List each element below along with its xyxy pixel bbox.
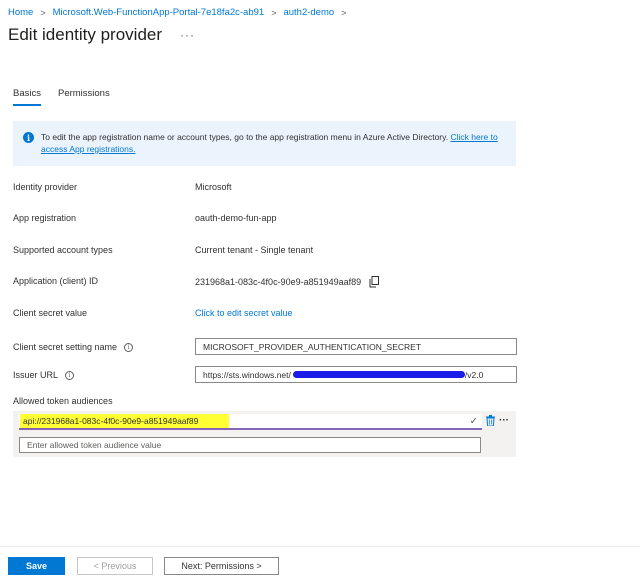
title-row: Edit identity provider ··· [8, 25, 195, 45]
secret-setting-label: Client secret setting name [13, 342, 118, 352]
help-icon[interactable]: i [65, 370, 75, 380]
secret-setting-input[interactable]: MICROSOFT_PROVIDER_AUTHENTICATION_SECRET [195, 338, 517, 355]
identity-provider-label: Identity provider [13, 182, 78, 192]
edit-secret-link[interactable]: Click to edit secret value [195, 308, 293, 318]
audience-input[interactable]: api://231968a1-083c-4f0c-90e9-a851949aaf… [19, 414, 482, 430]
app-registration-label: App registration [13, 213, 77, 223]
more-options-button[interactable]: ··· [180, 28, 195, 42]
issuer-url-label: Issuer URL [13, 370, 59, 380]
check-icon: ✓ [469, 416, 478, 427]
secret-setting-label-row: Client secret setting name i [13, 342, 134, 352]
breadcrumb-auth2-demo[interactable]: auth2-demo [283, 7, 334, 18]
previous-button[interactable]: < Previous [77, 557, 153, 575]
info-icon: i [23, 132, 34, 143]
tab-permissions[interactable]: Permissions [58, 88, 110, 106]
issuer-url-input[interactable]: https://sts.windows.net/ /v2.0 [195, 366, 517, 383]
chevron-right-icon: > [341, 7, 347, 18]
identity-provider-value: Microsoft [195, 182, 232, 192]
tab-basics[interactable]: Basics [13, 88, 41, 106]
client-id-value: 231968a1-083c-4f0c-90e9-a851949aaf89 [195, 276, 362, 287]
page-title: Edit identity provider [8, 25, 163, 44]
audience-row: api://231968a1-083c-4f0c-90e9-a851949aaf… [13, 411, 516, 433]
help-icon[interactable]: i [124, 342, 134, 352]
client-id-label: Application (client) ID [13, 276, 99, 286]
app-registration-value: oauth-demo-fun-app [195, 213, 277, 223]
breadcrumb: Home > Microsoft.Web-FunctionApp-Portal-… [8, 7, 353, 18]
new-audience-input[interactable]: Enter allowed token audience value [19, 437, 481, 453]
redaction-mark [292, 371, 465, 378]
copy-icon[interactable] [369, 276, 380, 288]
issuer-url-prefix: https://sts.windows.net/ [203, 369, 291, 380]
chevron-right-icon: > [40, 7, 46, 18]
account-types-value: Current tenant - Single tenant [195, 245, 314, 255]
tab-bar: Basics Permissions [13, 88, 127, 106]
issuer-url-label-row: Issuer URL i [13, 370, 75, 380]
chevron-right-icon: > [271, 7, 277, 18]
breadcrumb-home[interactable]: Home [8, 7, 33, 18]
next-permissions-button[interactable]: Next: Permissions > [164, 557, 279, 575]
breadcrumb-function-app[interactable]: Microsoft.Web-FunctionApp-Portal-7e18fa2… [53, 7, 265, 18]
row-more-icon[interactable]: ··· [499, 415, 509, 426]
info-banner: i To edit the app registration name or a… [13, 121, 516, 166]
audience-value: api://231968a1-083c-4f0c-90e9-a851949aaf… [20, 414, 229, 428]
audiences-label: Allowed token audiences [13, 396, 113, 406]
info-message: To edit the app registration name or acc… [41, 132, 451, 142]
client-id-row: 231968a1-083c-4f0c-90e9-a851949aaf89 [195, 276, 380, 288]
client-secret-label: Client secret value [13, 308, 88, 318]
issuer-url-suffix: /v2.0 [464, 369, 484, 380]
save-button[interactable]: Save [8, 557, 65, 575]
info-text: To edit the app registration name or acc… [41, 131, 506, 156]
account-types-label: Supported account types [13, 245, 113, 255]
delete-icon[interactable] [486, 415, 495, 428]
